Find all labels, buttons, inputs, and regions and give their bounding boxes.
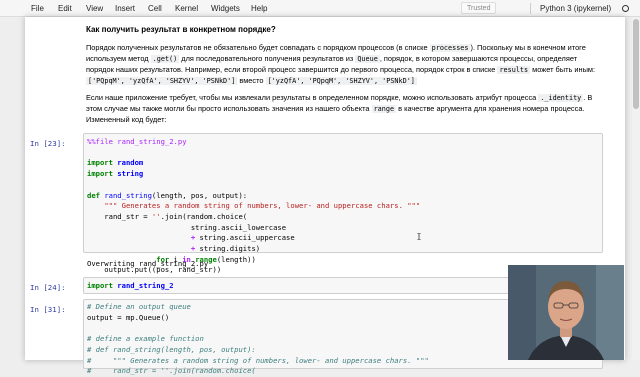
md-line: этом случае мы также могли бы просто исп… (86, 104, 585, 113)
scrollbar-thumb[interactable] (633, 19, 639, 109)
menu-widgets[interactable]: Widgets (211, 4, 240, 13)
cell-prompt: In [23]: (30, 139, 66, 148)
md-line: ['PQpqM', 'yzQfA', 'SHZYV', 'PSNkD'] вме… (86, 76, 417, 85)
menu-file[interactable]: File (31, 4, 44, 13)
markdown-heading: Как получить результат в конкретном поря… (86, 25, 276, 34)
cell-prompt: In [31]: (30, 305, 66, 314)
code-block: %%file rand_string_2.py import random im… (87, 137, 421, 275)
menubar-divider (530, 3, 531, 14)
code-block: # Define an output queue output = mp.Que… (87, 302, 429, 376)
presenter-video-icon (508, 265, 624, 360)
text-cursor-icon (417, 233, 421, 240)
kernel-status-icon (622, 5, 629, 12)
cell-output: Overwriting rand_string_2.py (87, 259, 209, 268)
kernel-name[interactable]: Python 3 (ipykernel) (540, 4, 611, 13)
trusted-badge[interactable]: Trusted (461, 2, 497, 14)
vertical-scrollbar[interactable] (632, 17, 640, 360)
menu-cell[interactable]: Cell (148, 4, 162, 13)
menu-edit[interactable]: Edit (58, 4, 72, 13)
md-line: Если наше приложение требует, чтобы мы и… (86, 93, 593, 102)
menu-bar: File Edit View Insert Cell Kernel Widget… (0, 0, 640, 17)
menu-help[interactable]: Help (251, 4, 267, 13)
md-line: используем метод .get() для последовател… (86, 54, 578, 63)
md-line: Порядок полученных результатов не обязат… (86, 43, 586, 52)
md-line: Измененный код будет: (86, 115, 167, 124)
webcam-overlay (508, 265, 624, 360)
menu-kernel[interactable]: Kernel (175, 4, 198, 13)
cell-prompt: In [24]: (30, 283, 66, 292)
menu-view[interactable]: View (86, 4, 103, 13)
menu-insert[interactable]: Insert (115, 4, 135, 13)
md-line: порядок наших результатов. Например, есл… (86, 65, 596, 74)
code-block: import rand_string_2 (87, 281, 174, 290)
